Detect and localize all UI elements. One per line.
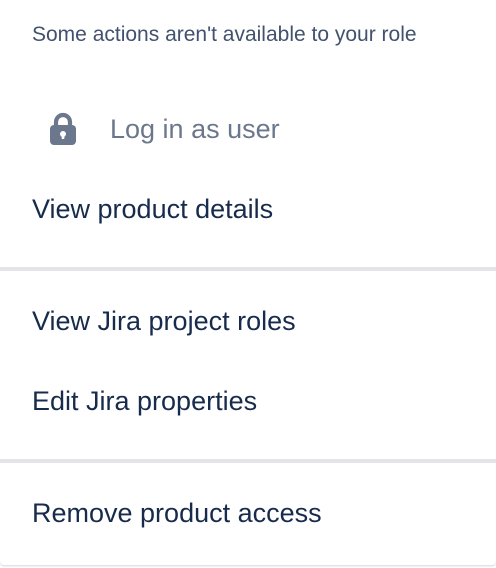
menu-item-log-in-as-user: Log in as user: [0, 89, 496, 169]
menu-item-view-jira-project-roles[interactable]: View Jira project roles: [0, 281, 496, 361]
menu-item-label: Log in as user: [110, 113, 280, 144]
section-divider: [0, 459, 496, 463]
role-restriction-notice: Some actions aren't available to your ro…: [32, 23, 417, 46]
menu-item-remove-product-access[interactable]: Remove product access: [0, 473, 496, 553]
menu-item-view-product-details[interactable]: View product details: [0, 169, 496, 249]
menu-item-label: Remove product access: [32, 497, 322, 528]
actions-dropdown-menu: Some actions aren't available to your ro…: [0, 0, 496, 565]
menu-item-label: View Jira project roles: [32, 305, 296, 336]
lock-icon: [40, 112, 86, 146]
menu-item-label: View product details: [32, 193, 274, 224]
section-divider: [0, 267, 496, 271]
menu-item-label: Edit Jira properties: [32, 385, 258, 416]
menu-item-edit-jira-properties[interactable]: Edit Jira properties: [0, 361, 496, 441]
